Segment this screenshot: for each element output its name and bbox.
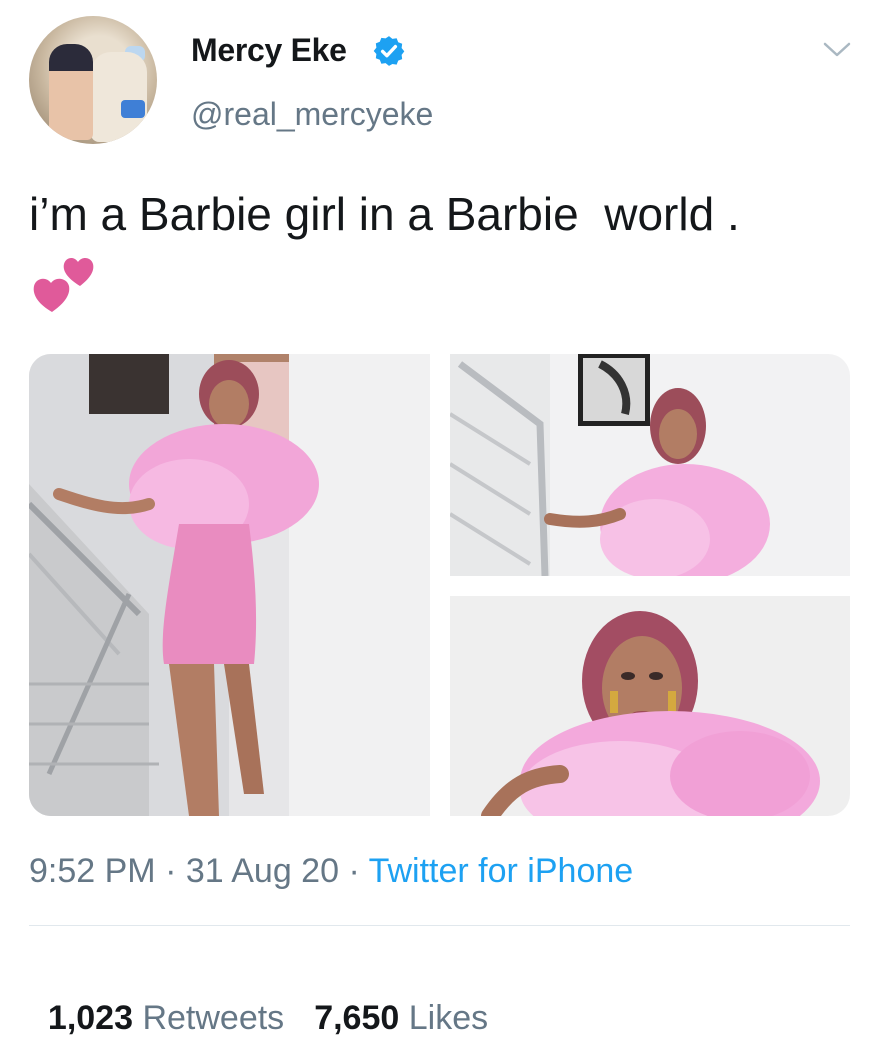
tweet-date[interactable]: 31 Aug 20 — [186, 852, 339, 890]
tweet-time[interactable]: 9:52 PM — [29, 852, 156, 890]
tweet-stats: 1,023 Retweets 7,650 Likes — [29, 960, 518, 1038]
likes-count: 7,650 — [314, 999, 400, 1037]
retweets-count: 1,023 — [47, 999, 133, 1037]
avatar-seat — [91, 52, 147, 142]
retweets-stat[interactable]: 1,023 Retweets — [48, 999, 284, 1038]
tweet-photo-3[interactable] — [450, 596, 850, 816]
meta-separator: · — [339, 852, 369, 890]
likes-stat[interactable]: 7,650 Likes — [314, 999, 488, 1038]
tweet-photo-1[interactable] — [29, 354, 430, 816]
verified-badge-icon — [373, 36, 405, 66]
likes-label: Likes — [408, 999, 489, 1037]
tweet-photo-2[interactable] — [450, 354, 850, 576]
tweet-text: i’m a Barbie girl in a Barbie world . — [29, 188, 740, 240]
chevron-down-icon[interactable] — [822, 40, 852, 60]
tweet-source-link[interactable]: Twitter for iPhone — [369, 852, 634, 890]
user-handle[interactable]: @real_mercyeke — [191, 96, 433, 133]
avatar-bag — [121, 100, 145, 118]
divider — [29, 925, 850, 926]
two-hearts-icon — [33, 258, 94, 312]
avatar[interactable] — [29, 16, 157, 144]
avatar-person — [49, 44, 93, 140]
display-name[interactable]: Mercy Eke — [191, 32, 347, 69]
tweet-meta: 9:52 PM · 31 Aug 20 · Twitter for iPhone — [29, 852, 633, 891]
retweets-label: Retweets — [142, 999, 285, 1037]
meta-separator: · — [155, 852, 186, 890]
